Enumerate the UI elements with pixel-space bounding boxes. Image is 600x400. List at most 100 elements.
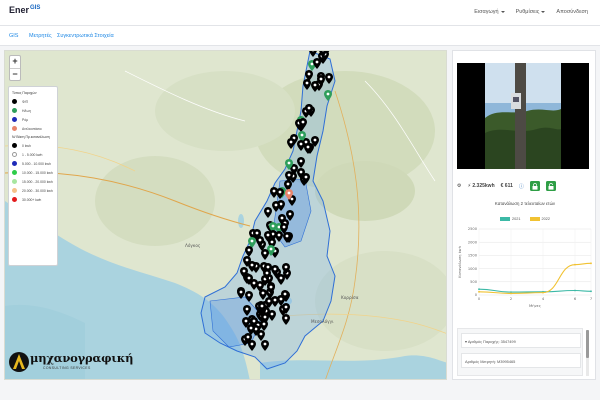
map-marker-pin[interactable] <box>281 263 290 275</box>
legend-label: 5.000 - 10.000 kwh <box>22 161 51 166</box>
legend-label-2022: 2022 <box>541 217 550 221</box>
info-scrollbar[interactable] <box>586 330 589 376</box>
map-marker-pin[interactable] <box>282 303 291 315</box>
map-base-layer: Λόγκος Κορρίσα Μεσολόγγι <box>5 51 446 379</box>
brand-logo: μηχανογραφική CONSULTING SERVICES <box>9 349 133 377</box>
nav-import-label: Εισαγωγή <box>474 9 499 15</box>
legend-swatch <box>12 197 17 202</box>
map-marker-pin[interactable] <box>299 118 308 130</box>
legend-swatch <box>12 117 17 122</box>
legend-range-row[interactable]: 5.000 - 10.000 kwh <box>12 159 54 168</box>
map-marker-pin[interactable] <box>252 229 261 241</box>
brand-mark-icon <box>9 352 29 372</box>
tab-summary[interactable]: Συγκεντρωτικά Στοιχεία <box>57 33 114 39</box>
legend-range-row[interactable]: 15.000 - 20.000 kwh <box>12 177 54 186</box>
series-point-2022 <box>542 291 544 294</box>
meter-stats: ⚙ ⚡ 2.325kwh € 611 ⓘ <box>457 180 589 192</box>
map-marker-pin[interactable] <box>324 90 333 102</box>
legend-type-row[interactable]: Φ/Π <box>12 97 54 106</box>
legend-swatch <box>12 99 17 104</box>
y-tick-label: 2500 <box>468 227 478 231</box>
lock-button[interactable] <box>529 181 540 191</box>
map-marker-pin[interactable] <box>309 51 317 58</box>
legend-label: 10.000 - 15.000 kwh <box>22 170 53 175</box>
map-marker-pin[interactable] <box>262 269 271 281</box>
map-marker-pin[interactable] <box>297 168 306 180</box>
legend-swatch <box>12 108 17 113</box>
map-marker-pin[interactable] <box>270 186 279 198</box>
legend-label: Ρόμ <box>22 117 29 122</box>
map-marker-pin[interactable] <box>267 282 276 294</box>
zoom-out-button[interactable]: − <box>10 68 20 80</box>
map-marker-pin[interactable] <box>282 232 291 243</box>
legend-label: 1 - 5.000 kwh <box>22 152 43 157</box>
map-marker-pin[interactable] <box>317 75 326 87</box>
unlock-button[interactable] <box>545 181 556 191</box>
legend-entry-2022[interactable]: 2022 <box>529 217 550 221</box>
legend-entry-2021[interactable]: 2021 <box>500 217 521 221</box>
map-marker-pin[interactable] <box>261 339 270 351</box>
nav-import[interactable]: Εισαγωγή <box>474 9 505 15</box>
map-marker-pin[interactable] <box>261 249 270 261</box>
cost-value: € 611 <box>500 183 513 189</box>
map-marker-pin[interactable] <box>313 58 322 70</box>
legend-type-row[interactable]: Η/Ιωη <box>12 106 54 115</box>
map-marker-pin[interactable] <box>274 230 283 242</box>
app-logo[interactable]: EnerGIS <box>9 5 40 15</box>
map-marker-pin[interactable] <box>281 290 290 302</box>
map-marker-pin[interactable] <box>285 188 294 200</box>
map-marker-pin[interactable] <box>250 279 259 291</box>
legend-range-row[interactable]: 30.000+ kwh <box>12 195 54 204</box>
map-marker-pin[interactable] <box>305 104 314 116</box>
map-marker-pin[interactable] <box>247 260 256 272</box>
y-axis-label: Κατανάλωση kwh <box>458 246 462 278</box>
map-label-mesolongi: Μεσολόγγι <box>311 319 334 324</box>
zoom-control: + − <box>9 55 21 81</box>
y-tick-label: 1000 <box>468 267 478 271</box>
zoom-in-button[interactable]: + <box>10 56 20 68</box>
legend-range-row[interactable]: 1 - 5.000 kwh <box>12 150 54 159</box>
map-marker-pin[interactable] <box>281 313 290 325</box>
map-marker-pin[interactable] <box>297 156 306 168</box>
scroll-thumb[interactable] <box>586 330 589 358</box>
tab-meters[interactable]: Μετρητές <box>29 33 52 39</box>
map-marker-pin[interactable] <box>236 287 245 299</box>
legend-range-row[interactable]: 10.000 - 15.000 kwh <box>12 168 54 177</box>
legend-range-row[interactable]: 20.000 - 30.000 kwh <box>12 186 54 195</box>
map-marker-pin[interactable] <box>297 139 306 151</box>
series-point-2021 <box>478 288 480 291</box>
cost-stat: € 611 <box>501 183 513 189</box>
map-marker-pin[interactable] <box>257 301 266 313</box>
map-marker-pin[interactable] <box>284 159 293 171</box>
legend-swatch <box>12 126 17 131</box>
x-tick-label: 2 <box>510 297 512 301</box>
map-marker-pin[interactable] <box>319 51 327 58</box>
y-tick-label: 500 <box>470 280 478 284</box>
meter-number-line: Αριθμός Μετρητή: M3995465 <box>461 353 581 368</box>
nav-logout[interactable]: Αποσύνδεση <box>556 9 588 15</box>
meter-photo[interactable] <box>457 63 589 169</box>
map-marker-pin[interactable] <box>263 207 272 219</box>
tab-gis[interactable]: GIS <box>9 33 18 39</box>
supply-number-line: ▾ Αριθμός Παροχής: 3547499 <box>461 333 581 348</box>
map-marker-pin[interactable] <box>310 136 319 148</box>
map-marker-pin[interactable] <box>243 304 252 316</box>
legend-type-row[interactable]: Ρόμ <box>12 115 54 124</box>
series-point-2021 <box>574 289 576 292</box>
legend-label: 20.000 - 30.000 kwh <box>22 188 53 193</box>
map-marker-pin[interactable] <box>244 290 253 302</box>
legend-swatch <box>12 143 17 148</box>
logo-sup: GIS <box>30 5 41 11</box>
map-marker-pin[interactable] <box>247 339 256 351</box>
legend-type-row[interactable]: Αντλιοστάσιο <box>12 124 54 133</box>
y-tick-label: 1500 <box>468 254 478 258</box>
legend-range-row[interactable]: 0 kwh <box>12 141 54 150</box>
nav-settings[interactable]: Ρυθμίσεις <box>516 9 546 15</box>
map-view[interactable]: Λόγκος Κορρίσα Μεσολόγγι + − Τύπος Παροχ… <box>4 50 447 380</box>
map-marker-pin[interactable] <box>287 138 296 150</box>
info-icon[interactable]: ⓘ <box>519 183 524 190</box>
map-marker-pin[interactable] <box>276 274 285 286</box>
map-marker-pin[interactable] <box>272 200 281 212</box>
x-tick-label: 4 <box>542 297 545 301</box>
map-marker-pin[interactable] <box>324 73 333 85</box>
